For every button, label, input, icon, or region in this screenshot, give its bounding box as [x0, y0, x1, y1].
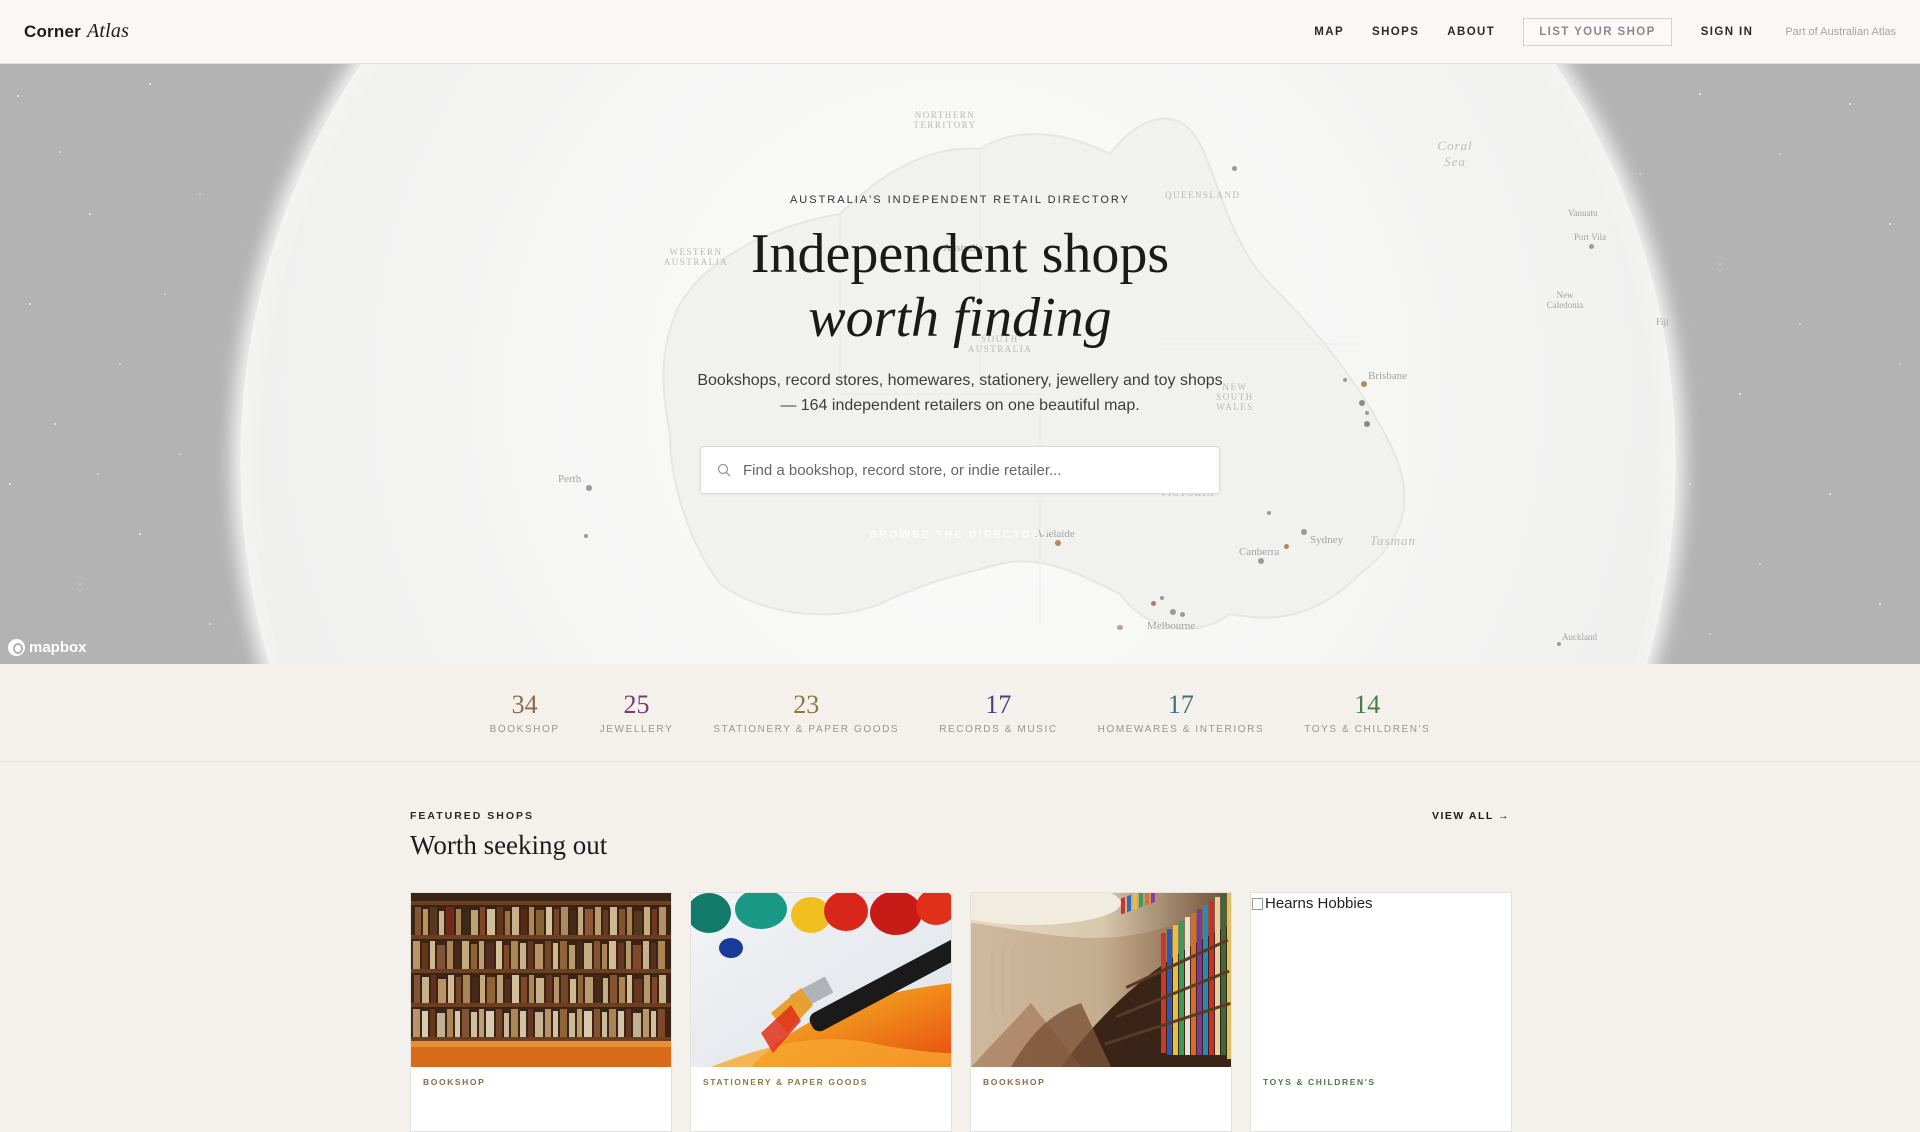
nav-link-map[interactable]: MAP	[1314, 26, 1344, 38]
nav-link-shops[interactable]: SHOPS	[1372, 26, 1419, 38]
hero-subtitle-line1: Bookshops, record stores, homewares, sta…	[697, 372, 1223, 389]
stat-bookshop[interactable]: 34 BOOKSHOP	[470, 690, 580, 735]
shop-card[interactable]: STATIONERY & PAPER GOODS	[690, 892, 952, 1132]
browse-directory-link[interactable]: BROWSE THE DIRECTORY	[0, 529, 1920, 541]
logo-main: Corner	[24, 22, 81, 41]
shop-card[interactable]: Hearns Hobbies TOYS & CHILDREN'S	[1250, 892, 1512, 1132]
featured-cards: BOOKSHOP STATIONERY & PAPER GOODS BOOKSH…	[410, 892, 1512, 1132]
category-stats: 34 BOOKSHOP 25 JEWELLERY 23 STATIONERY &…	[0, 664, 1920, 762]
logo-italic: Atlas	[86, 20, 130, 42]
hero-title-line2: worth finding	[808, 287, 1112, 349]
featured-title: Worth seeking out	[410, 830, 608, 860]
broken-image-placeholder: Hearns Hobbies	[1251, 893, 1511, 912]
shop-card[interactable]: BOOKSHOP	[410, 892, 672, 1132]
top-navbar: Corner Atlas MAP SHOPS ABOUT LIST YOUR S…	[0, 0, 1920, 64]
shop-card-image	[691, 893, 951, 1067]
shop-card-category: BOOKSHOP	[983, 1077, 1046, 1087]
stat-label: HOMEWARES & INTERIORS	[1097, 724, 1265, 735]
shop-card-image	[971, 893, 1231, 1067]
shop-card-category: STATIONERY & PAPER GOODS	[703, 1077, 868, 1087]
featured-eyebrow: FEATURED SHOPS	[410, 810, 535, 822]
stat-count: 17	[1167, 690, 1194, 719]
stat-stationery[interactable]: 23 STATIONERY & PAPER GOODS	[693, 690, 919, 735]
hero-content: AUSTRALIA'S INDEPENDENT RETAIL DIRECTORY…	[0, 64, 1920, 664]
stat-jewellery[interactable]: 25 JEWELLERY	[580, 690, 694, 735]
shop-card[interactable]: BOOKSHOP	[970, 892, 1232, 1132]
stat-label: RECORDS & MUSIC	[939, 724, 1058, 735]
hero-map[interactable]: NORTHERN TERRITORY QUEENSLAND WESTERN AU…	[0, 64, 1920, 664]
hero-subtitle-line2: — 164 independent retailers on one beaut…	[780, 397, 1140, 414]
stat-count: 34	[511, 690, 538, 719]
nav-links: MAP SHOPS ABOUT LIST YOUR SHOP SIGN IN P…	[1286, 17, 1896, 46]
stat-label: TOYS & CHILDREN'S	[1304, 724, 1431, 735]
stat-label: BOOKSHOP	[489, 724, 560, 735]
shop-card-category: BOOKSHOP	[423, 1077, 486, 1087]
site-logo[interactable]: Corner Atlas	[24, 20, 129, 43]
stat-label: JEWELLERY	[599, 724, 674, 735]
shop-card-image	[411, 893, 671, 1067]
hero-subtitle: Bookshops, record stores, homewares, sta…	[0, 368, 1920, 418]
image-alt-text: Hearns Hobbies	[1265, 895, 1373, 912]
stat-records[interactable]: 17 RECORDS & MUSIC	[919, 690, 1077, 735]
stat-label: STATIONERY & PAPER GOODS	[713, 724, 900, 735]
shop-card-image: Hearns Hobbies	[1251, 893, 1511, 1067]
list-your-shop-button[interactable]: LIST YOUR SHOP	[1523, 17, 1672, 46]
shop-card-category: TOYS & CHILDREN'S	[1263, 1077, 1376, 1087]
stat-count: 23	[793, 690, 820, 719]
parent-site-link[interactable]: Part of Australian Atlas	[1785, 26, 1896, 38]
stat-count: 17	[985, 690, 1012, 719]
sign-in-link[interactable]: SIGN IN	[1701, 26, 1754, 38]
nav-link-about[interactable]: ABOUT	[1447, 26, 1495, 38]
stat-count: 25	[623, 690, 650, 719]
stat-count: 14	[1354, 690, 1381, 719]
search-input[interactable]	[743, 461, 1203, 479]
hero-eyebrow: AUSTRALIA'S INDEPENDENT RETAIL DIRECTORY	[789, 194, 1131, 206]
broken-image-icon	[1252, 897, 1263, 910]
hero-title: Independent shops worth finding	[0, 222, 1920, 350]
hero-title-line1: Independent shops	[750, 223, 1170, 285]
stat-homewares[interactable]: 17 HOMEWARES & INTERIORS	[1078, 690, 1285, 735]
view-all-link[interactable]: VIEW ALL →	[1432, 810, 1510, 822]
search-bar[interactable]	[700, 446, 1220, 494]
search-icon	[717, 463, 731, 477]
stat-toys[interactable]: 14 TOYS & CHILDREN'S	[1284, 690, 1450, 735]
